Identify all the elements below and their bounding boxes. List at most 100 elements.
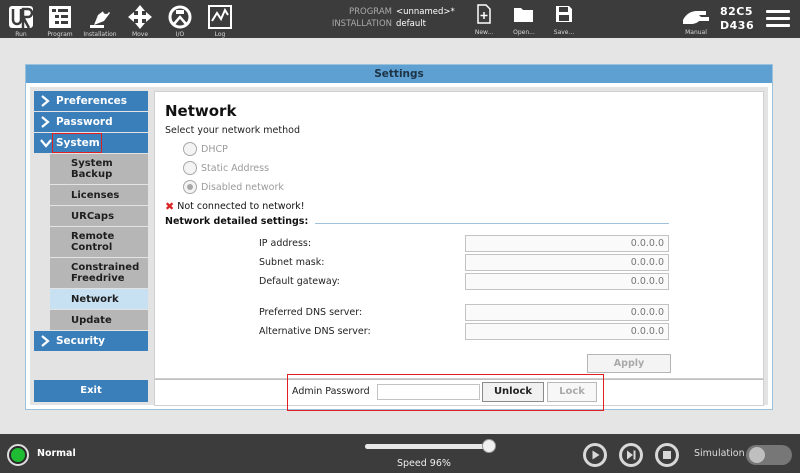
nav-io-button[interactable]: I/O — [160, 2, 200, 38]
settings-sidebar: Preferences Password System System Backu… — [34, 91, 148, 352]
sidebar-item-network[interactable]: Network — [50, 289, 148, 309]
sidebar-item-urcaps[interactable]: URCaps — [50, 206, 148, 226]
network-panel: Network Select your network method DHCP … — [154, 91, 764, 379]
settings-window: Settings Preferences Password System Sys… — [25, 64, 773, 410]
installation-value: default — [396, 19, 426, 29]
open-file-label: Open... — [513, 29, 535, 36]
status-indicator-icon[interactable] — [7, 444, 29, 466]
radio-circle[interactable] — [183, 161, 197, 175]
field-label: Preferred DNS server: — [259, 307, 363, 318]
bottom-bar: Normal Speed 96% Simulation — [0, 434, 800, 473]
radio-circle[interactable] — [183, 142, 197, 156]
radio-dhcp[interactable]: DHCP — [183, 141, 228, 157]
step-button[interactable] — [619, 443, 643, 467]
preferred-dns-field[interactable]: 0.0.0.0 — [465, 304, 669, 321]
open-folder-icon — [514, 8, 533, 22]
sidebar-item-remote-control[interactable]: Remote Control — [50, 227, 148, 257]
unlock-button[interactable]: Unlock — [482, 382, 544, 402]
sidebar-item-label: Constrained Freedrive — [71, 262, 140, 284]
nav-log-button[interactable]: Log — [200, 2, 240, 38]
sidebar-item-security[interactable]: Security — [34, 331, 148, 351]
field-label: IP address: — [259, 238, 312, 249]
move-icon — [128, 5, 152, 29]
ur-logo-icon — [9, 6, 34, 29]
nav-move-button[interactable]: Move — [120, 2, 160, 38]
hamburger-menu-icon[interactable] — [766, 10, 790, 28]
step-forward-icon — [622, 446, 640, 464]
sidebar-item-licenses[interactable]: Licenses — [50, 185, 148, 205]
speed-slider-track[interactable] — [365, 444, 489, 449]
sidebar-item-label: URCaps — [71, 210, 115, 222]
new-file-button[interactable]: New... — [466, 4, 502, 36]
field-label: Alternative DNS server: — [259, 326, 371, 337]
mode-manual-label: Manual — [685, 29, 707, 36]
nav-installation-button[interactable]: Installation — [80, 2, 120, 38]
speed-slider-fill — [365, 444, 485, 449]
admin-password-input[interactable] — [377, 384, 480, 400]
chevron-right-icon — [41, 95, 50, 107]
sidebar-item-label: Network — [71, 293, 119, 305]
lock-button[interactable]: Lock — [547, 382, 597, 402]
sidebar-item-label: Password — [56, 116, 113, 128]
field-label: Subnet mask: — [259, 257, 325, 268]
sidebar-item-label: System Backup — [71, 158, 113, 180]
new-file-label: New... — [474, 29, 494, 36]
simulation-label: Simulation — [694, 448, 745, 459]
radio-label: Static Address — [201, 162, 270, 174]
sidebar-item-constrained-freedrive[interactable]: Constrained Freedrive — [50, 258, 148, 288]
sidebar-item-password[interactable]: Password — [34, 112, 148, 132]
network-method-prompt: Select your network method — [165, 125, 300, 136]
details-divider — [315, 223, 669, 224]
alternative-dns-row: Alternative DNS server: 0.0.0.0 — [259, 323, 669, 340]
open-file-button[interactable]: Open... — [506, 4, 542, 36]
robot-id-line-1: 82C5 — [720, 5, 754, 18]
sidebar-item-system-backup[interactable]: System Backup — [50, 154, 148, 184]
nav-program-label: Program — [47, 31, 73, 38]
top-bar: Run Program Installation Move I/O Log PR… — [0, 0, 800, 38]
simulation-toggle[interactable] — [746, 445, 792, 465]
nav-run-button[interactable]: Run — [1, 2, 41, 38]
sidebar-item-preferences[interactable]: Preferences — [34, 91, 148, 111]
speed-slider-handle[interactable] — [482, 439, 496, 453]
alternative-dns-field[interactable]: 0.0.0.0 — [465, 323, 669, 340]
installation-icon — [90, 8, 110, 28]
nav-io-label: I/O — [175, 31, 185, 38]
sidebar-item-label: Remote Control — [71, 231, 115, 253]
ip-address-row: IP address: 0.0.0.0 — [259, 235, 669, 252]
mode-manual-button[interactable]: Manual — [676, 2, 716, 38]
nav-move-label: Move — [131, 31, 149, 38]
chevron-down-icon — [40, 139, 52, 148]
settings-body: Preferences Password System System Backu… — [30, 87, 768, 406]
io-icon — [168, 5, 192, 29]
radio-label: DHCP — [201, 143, 228, 155]
log-icon — [208, 5, 232, 29]
sidebar-item-update[interactable]: Update — [50, 310, 148, 330]
robot-id-line-2: D436 — [720, 19, 755, 32]
hand-icon — [683, 11, 709, 24]
new-file-icon — [477, 4, 491, 24]
play-button[interactable] — [583, 443, 607, 467]
exit-button[interactable]: Exit — [34, 380, 148, 402]
sidebar-item-label: Preferences — [56, 95, 128, 107]
subnet-mask-field[interactable]: 0.0.0.0 — [465, 254, 669, 271]
admin-password-label: Admin Password — [292, 386, 370, 397]
stop-button[interactable] — [655, 443, 679, 467]
default-gateway-field[interactable]: 0.0.0.0 — [465, 273, 669, 290]
nav-program-button[interactable]: Program — [40, 2, 80, 38]
radio-static-address[interactable]: Static Address — [183, 160, 269, 176]
radio-circle-selected[interactable] — [183, 180, 197, 194]
ip-address-field[interactable]: 0.0.0.0 — [465, 235, 669, 252]
sidebar-item-label: Update — [71, 314, 112, 326]
subnet-mask-row: Subnet mask: 0.0.0.0 — [259, 254, 669, 271]
speed-label: Speed 96% — [397, 458, 451, 469]
sidebar-item-label: Security — [56, 335, 106, 347]
radio-label: Disabled network — [201, 181, 284, 193]
sidebar-item-system[interactable]: System — [34, 133, 148, 153]
save-file-button[interactable]: Save... — [546, 4, 582, 36]
page-title: Network — [165, 102, 237, 120]
nav-run-label: Run — [15, 31, 27, 38]
radio-disabled-network[interactable]: Disabled network — [183, 179, 284, 195]
apply-button[interactable]: Apply — [587, 354, 671, 373]
save-file-label: Save... — [553, 29, 575, 36]
program-key: PROGRAM — [348, 7, 392, 17]
